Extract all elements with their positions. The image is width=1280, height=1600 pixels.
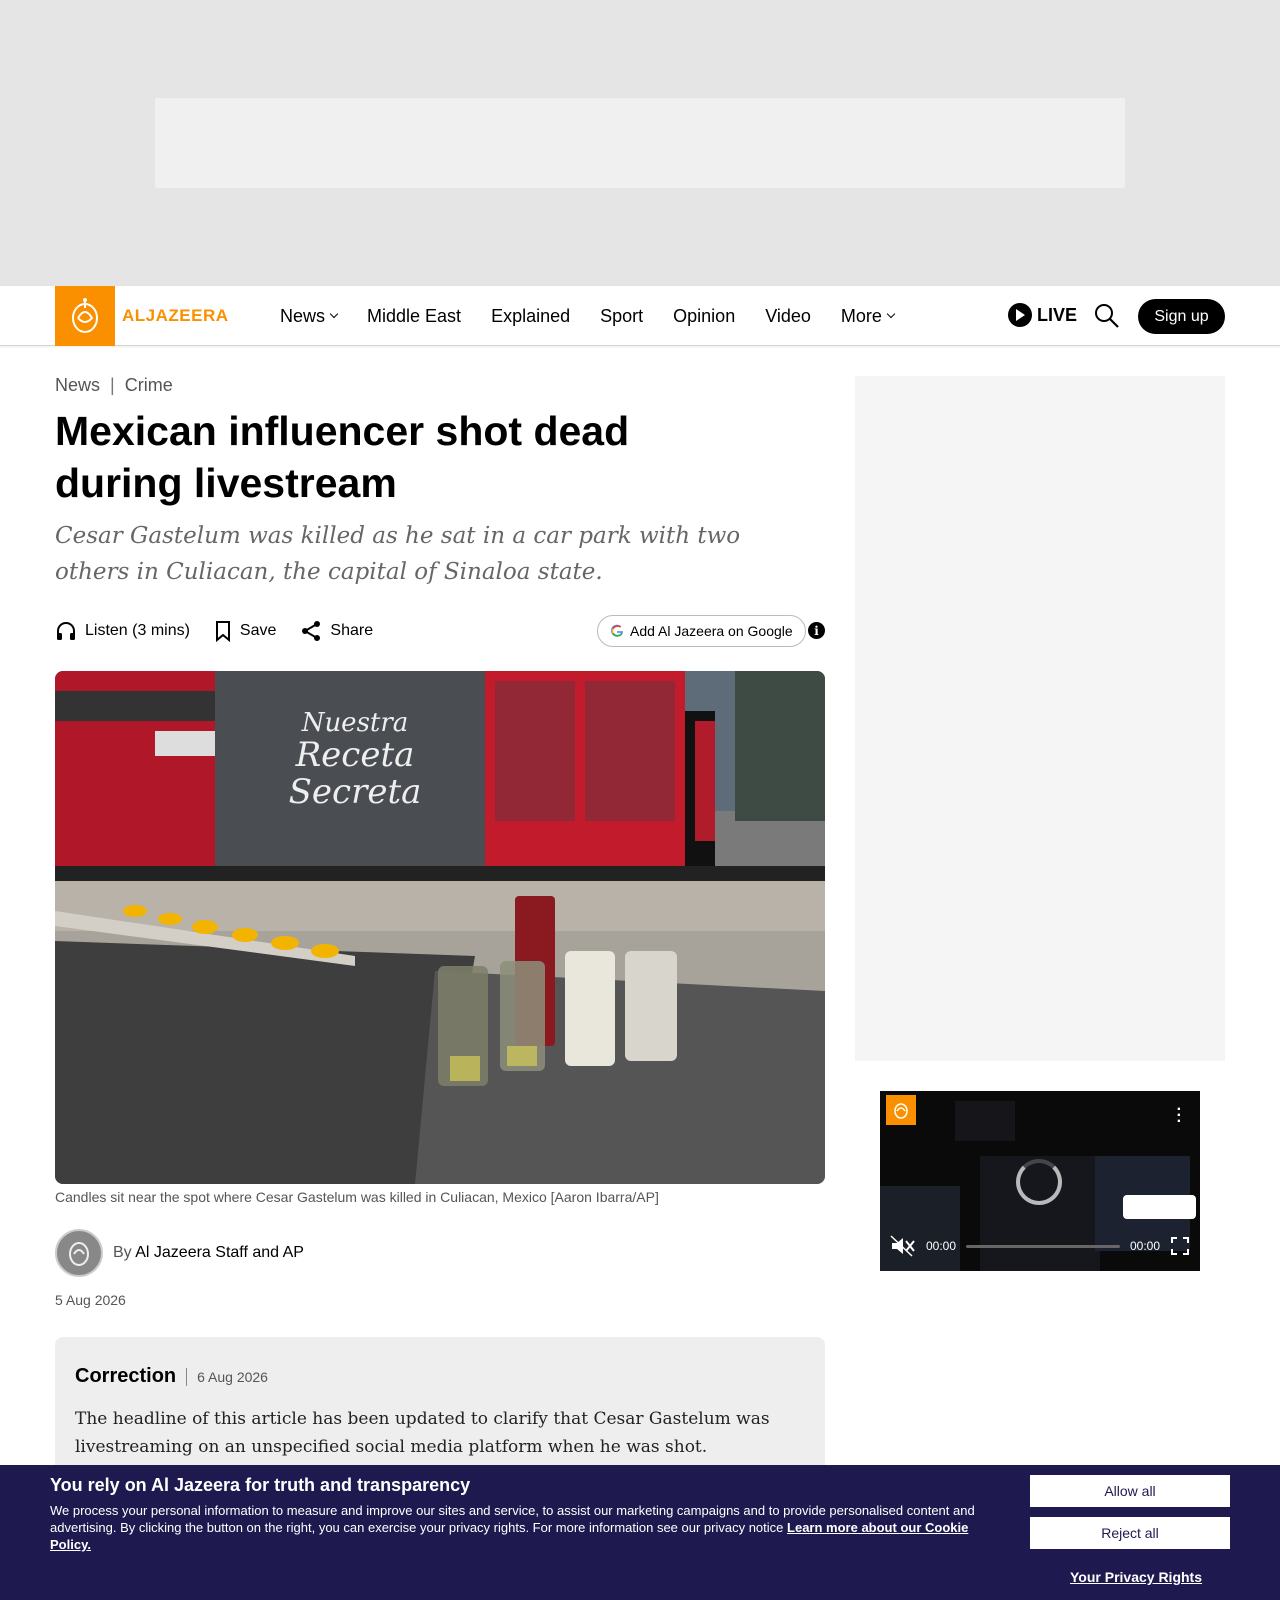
brand-wordmark[interactable]: ALJAZEERA	[122, 306, 229, 326]
top-ad-slot	[155, 98, 1125, 188]
nav-label: Opinion	[673, 305, 736, 326]
bookmark-icon	[215, 621, 230, 642]
signup-button[interactable]: Sign up	[1138, 299, 1225, 334]
nav-label: Explained	[491, 305, 571, 326]
correction-header: Correction 6 Aug 2026	[75, 1365, 268, 1388]
live-button[interactable]: LIVE	[1008, 303, 1077, 327]
play-icon	[1008, 303, 1032, 327]
reject-all-button[interactable]: Reject all	[1030, 1517, 1230, 1549]
publish-date: 5 Aug 2026	[55, 1292, 126, 1308]
svg-text:Nuestra: Nuestra	[301, 708, 409, 738]
breadcrumb-topic[interactable]: Crime	[125, 375, 173, 396]
search-icon[interactable]	[1093, 302, 1121, 330]
correction-box: Correction 6 Aug 2026 The headline of th…	[55, 1337, 825, 1477]
svg-text:Receta: Receta	[295, 735, 415, 775]
byline: By Al Jazeera Staff and AP	[55, 1229, 304, 1277]
video-time-current: 00:00	[926, 1239, 957, 1253]
cookie-title: You rely on Al Jazeera for truth and tra…	[50, 1475, 471, 1495]
hero-image: Nuestra Receta Secreta	[55, 671, 825, 1184]
nav-item-more[interactable]: More	[840, 305, 896, 327]
cookie-banner: You rely on Al Jazeera for truth and tra…	[0, 1465, 1280, 1600]
headphones-icon	[57, 622, 75, 640]
cookie-body: We process your personal information to …	[50, 1502, 1010, 1553]
chevron-down-icon	[329, 309, 339, 319]
fullscreen-icon[interactable]	[1170, 1236, 1190, 1256]
nav-item-sport[interactable]: Sport	[600, 306, 643, 327]
sidebar-ad-slot	[855, 376, 1225, 1061]
author-link[interactable]: Al Jazeera Staff and AP	[135, 1244, 304, 1261]
chevron-down-icon	[886, 309, 896, 319]
correction-date: 6 Aug 2026	[197, 1368, 268, 1385]
nav-item-middle-east[interactable]: Middle East	[367, 306, 461, 327]
byline-prefix: By	[113, 1244, 132, 1261]
top-ad-area	[0, 0, 1280, 286]
correction-title: Correction	[75, 1365, 177, 1387]
live-label: LIVE	[1037, 304, 1078, 325]
article-actions: Listen (3 mins) Save Share	[55, 618, 373, 644]
video-controls: 00:00 00:00	[890, 1231, 1190, 1261]
video-player[interactable]: · · · 00:00 00:00	[880, 1091, 1200, 1271]
main-navbar: ALJAZEERA News Middle East Explained Spo…	[0, 286, 1280, 346]
nav-label: Video	[765, 305, 811, 326]
info-icon[interactable]: i	[808, 622, 825, 639]
privacy-rights-link[interactable]: Your Privacy Rights	[1070, 1569, 1202, 1585]
article-subheadline: Cesar Gastelum was killed as he sat in a…	[55, 523, 741, 585]
share-button[interactable]: Share	[300, 620, 373, 642]
video-overlay-button[interactable]	[1123, 1195, 1196, 1219]
share-label: Share	[330, 622, 374, 639]
mute-icon[interactable]	[890, 1235, 916, 1257]
nav-item-news[interactable]: News	[280, 305, 339, 327]
author-avatar	[55, 1229, 103, 1277]
save-button[interactable]: Save	[214, 620, 276, 642]
breadcrumb-separator: |	[110, 375, 115, 395]
nav-label: More	[840, 305, 882, 326]
nav-label: Middle East	[367, 305, 462, 326]
nav-item-video[interactable]: Video	[765, 306, 811, 327]
byline-text: By Al Jazeera Staff and AP	[113, 1244, 304, 1262]
loading-spinner-icon	[1016, 1159, 1062, 1205]
breadcrumb-section[interactable]: News	[55, 375, 100, 396]
more-options-icon[interactable]: · · ·	[1177, 1102, 1182, 1130]
share-icon	[302, 621, 321, 641]
google-icon	[611, 624, 623, 637]
image-caption: Candles sit near the spot where Cesar Ga…	[55, 1189, 659, 1205]
nav-label: Sport	[600, 305, 644, 326]
video-time-total: 00:00	[1129, 1239, 1160, 1253]
article-headline: Mexican influencer shot dead during live…	[55, 408, 630, 506]
breadcrumb: News | Crime	[55, 375, 173, 396]
correction-divider	[186, 1367, 188, 1386]
allow-all-button[interactable]: Allow all	[1030, 1475, 1230, 1507]
correction-body: The headline of this article has been up…	[75, 1409, 770, 1457]
google-button-label: Add Al Jazeera on Google	[630, 623, 793, 639]
aljazeera-logo-icon	[886, 1095, 916, 1125]
nav-item-opinion[interactable]: Opinion	[673, 306, 735, 327]
video-progress-bar[interactable]	[966, 1244, 1120, 1248]
save-label: Save	[239, 622, 277, 639]
add-google-source-button[interactable]: Add Al Jazeera on Google	[597, 615, 806, 647]
svg-text:Secreta: Secreta	[289, 772, 422, 812]
listen-button[interactable]: Listen (3 mins)	[55, 620, 190, 642]
aljazeera-logo-icon[interactable]	[55, 286, 115, 346]
nav-menu: News Middle East Explained Sport Opinion…	[280, 286, 896, 346]
nav-item-explained[interactable]: Explained	[491, 306, 570, 327]
listen-label: Listen (3 mins)	[85, 622, 190, 639]
nav-label: News	[280, 305, 326, 326]
